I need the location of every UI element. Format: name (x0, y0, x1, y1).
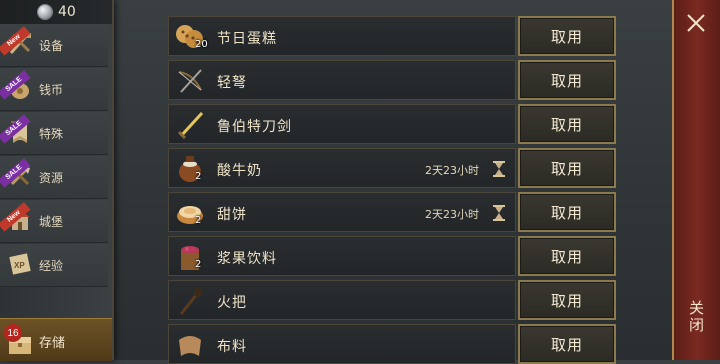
silver-gem-icon (38, 5, 52, 19)
item-panel: 2 浆果饮料 (168, 236, 516, 276)
item-quantity: 2 (195, 215, 202, 226)
item-quantity: 2 (195, 171, 202, 182)
list-item: 2 酸牛奶 2天23小时 取用 (168, 148, 618, 188)
cloth-icon (179, 336, 201, 356)
currency-display: 40 (0, 0, 112, 24)
currency-amount: 40 (58, 4, 76, 20)
item-name: 鲁伯特刀剑 (217, 119, 292, 135)
category-sidebar: 40 New 设备 SALE 钱币 SALE 特殊 SALE 资源 New 城堡… (0, 0, 114, 361)
sword-icon (177, 111, 204, 140)
item-quantity: 2 (195, 259, 202, 270)
list-item: 2 浆果饮料 取用 (168, 236, 618, 276)
torch-icon (179, 287, 202, 315)
list-item: 2 甜饼 2天23小时 取用 (168, 192, 618, 232)
svg-text:XP: XP (14, 261, 25, 270)
yogurt-pot-icon (179, 156, 201, 182)
list-item: 鲁伯特刀剑 取用 (168, 104, 618, 144)
sidebar-item-experience[interactable]: XP 经验 (0, 244, 108, 287)
take-button[interactable]: 取用 (518, 16, 616, 56)
sidebar-item-coins[interactable]: SALE 钱币 (0, 68, 108, 111)
sidebar-item-label: 资源 (39, 170, 64, 185)
item-name: 火把 (217, 295, 247, 311)
berry-drink-icon (181, 246, 199, 270)
list-item: 火把 取用 (168, 280, 618, 320)
sidebar-item-label: 经验 (39, 258, 64, 273)
item-panel: 鲁伯特刀剑 (168, 104, 516, 144)
expiry-timer: 2天23小时 (425, 208, 479, 221)
take-button[interactable]: 取用 (518, 324, 616, 364)
take-button[interactable]: 取用 (518, 104, 616, 144)
sidebar-item-storage[interactable]: 16 存储 (0, 318, 112, 361)
item-panel: 20 节日蛋糕 (168, 16, 516, 56)
sidebar-item-label: 设备 (39, 38, 64, 53)
close-icon[interactable] (685, 12, 707, 34)
item-name: 浆果饮料 (217, 251, 277, 267)
sidebar-item-label: 存储 (39, 336, 66, 351)
close-panel[interactable]: 关闭 (672, 0, 720, 360)
sidebar-item-special[interactable]: SALE 特殊 (0, 112, 108, 155)
item-name: 轻弩 (217, 75, 247, 91)
list-item: 轻弩 取用 (168, 60, 618, 100)
item-name: 酸牛奶 (217, 163, 262, 179)
storage-count-badge: 16 (4, 324, 22, 342)
sidebar-item-resources[interactable]: SALE 资源 (0, 156, 108, 199)
take-button[interactable]: 取用 (518, 60, 616, 100)
sidebar-item-label: 城堡 (39, 214, 64, 229)
item-name: 甜饼 (217, 207, 247, 223)
item-panel: 布料 (168, 324, 516, 364)
sidebar-item-label: 特殊 (39, 126, 64, 141)
take-button[interactable]: 取用 (518, 148, 616, 188)
close-button-label[interactable]: 关闭 (686, 300, 707, 334)
crossbow-icon (178, 69, 202, 93)
item-panel: 火把 (168, 280, 516, 320)
take-button[interactable]: 取用 (518, 192, 616, 232)
pie-icon (177, 206, 203, 224)
expiry-timer: 2天23小时 (425, 164, 479, 177)
hourglass-icon (493, 161, 505, 177)
list-item: 布料 取用 (168, 324, 618, 364)
sidebar-item-castle[interactable]: New 城堡 (0, 200, 108, 243)
item-name: 布料 (217, 339, 247, 355)
xp-scroll-icon: XP (9, 253, 31, 275)
item-name: 节日蛋糕 (217, 31, 277, 47)
sidebar-item-equipment[interactable]: New 设备 (0, 24, 108, 67)
item-quantity: 20 (195, 39, 208, 50)
list-item: 20 节日蛋糕 取用 (168, 16, 618, 56)
take-button[interactable]: 取用 (518, 280, 616, 320)
hourglass-icon (493, 205, 505, 221)
item-panel: 轻弩 (168, 60, 516, 100)
take-button[interactable]: 取用 (518, 236, 616, 276)
item-panel: 2 甜饼 2天23小时 (168, 192, 516, 232)
item-panel: 2 酸牛奶 2天23小时 (168, 148, 516, 188)
sidebar-item-label: 钱币 (39, 82, 64, 97)
